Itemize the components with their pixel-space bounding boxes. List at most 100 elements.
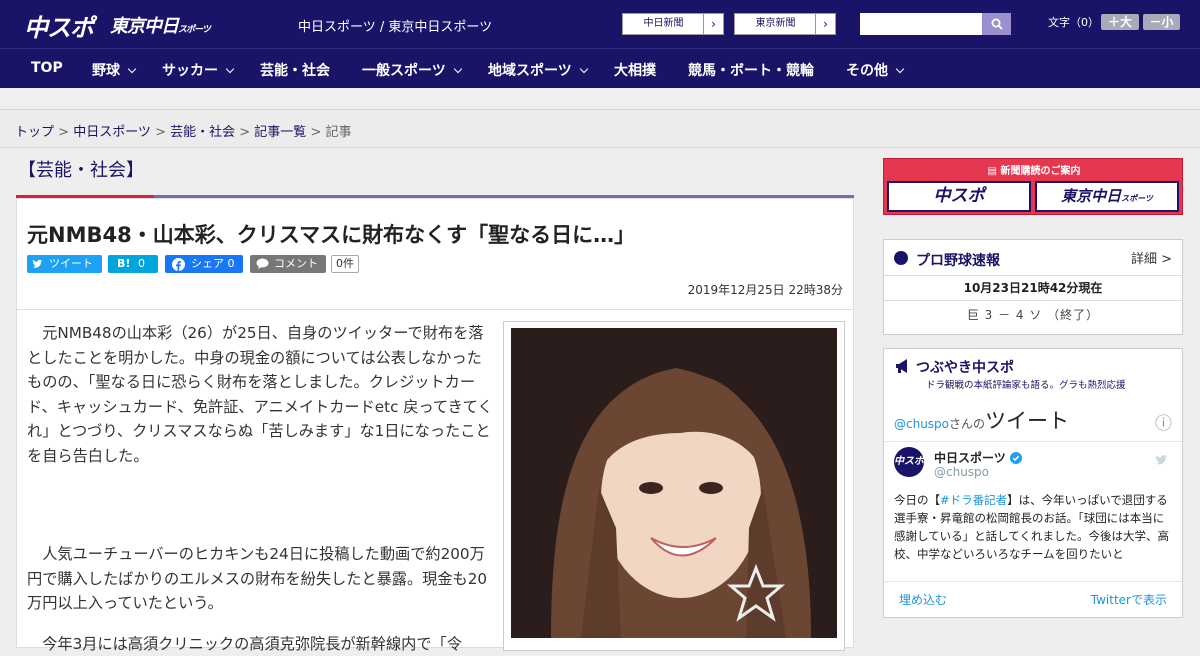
twitter-widget-title: つぶやき中スポ [916,357,1014,377]
breadcrumb-top[interactable]: トップ [15,125,54,140]
facebook-share-count: 0 [228,257,235,270]
breadcrumb-entertainment[interactable]: 芸能・社会 [170,125,235,140]
tweet-text-a: 今日の【 [894,493,940,507]
subscription-title-text: 新聞購読のご案内 [1000,166,1080,177]
subscribe-chuspo-link[interactable]: 中スポ [887,181,1031,212]
tweet-label: ツイート [49,255,93,273]
hatena-count: 0 [138,255,145,273]
tweet-author-handle[interactable]: @chuspo [934,465,989,479]
verified-badge-icon [1010,452,1022,464]
info-icon[interactable]: ⓘ [1155,409,1172,434]
breadcrumb-sep: > [151,125,170,140]
font-larger-button[interactable]: ＋大 [1101,14,1139,30]
twitter-bird-icon [32,258,44,270]
tweet-author-name-text: 中日スポーツ [934,451,1006,465]
publish-date: 2019年12月25日 22時38分 [688,281,843,298]
tweet-text: 今日の【#ドラ番記者】は、今年いっぱいで退団する選手寮・昇竜館の松岡館長のお話。… [894,491,1174,571]
timeline-san: さんの [949,417,985,431]
comment-label: コメント [274,255,318,273]
comment-button[interactable]: コメント [250,255,326,273]
subscribe-tokyo-small: スポーツ [1121,194,1153,203]
nav-local-sports[interactable]: 地域スポーツ [488,60,587,80]
baseball-update-time: 10月23日21時42分現在 [884,275,1182,301]
subscribe-tokyo-link[interactable]: 東京中日スポーツ [1035,181,1179,212]
chevron-down-icon [226,65,234,73]
baseball-detail-link[interactable]: 詳細 > [1131,248,1172,267]
hatena-bookmark-button[interactable]: B! 0 [108,255,158,273]
nav-baseball[interactable]: 野球 [92,60,135,80]
main-nav: TOP 野球 サッカー 芸能・社会 一般スポーツ 地域スポーツ 大相撲 競馬・ボ… [0,48,1200,88]
article-card: 元NMB48・山本彩、クリスマスに財布なくす「聖なる日に…」 ツイート B! 0… [16,198,854,648]
nav-other-label: その他 [846,63,888,79]
facebook-share-button[interactable]: シェア 0 [165,255,243,273]
chevron-down-icon [128,65,136,73]
subscription-banner: ▤ 新聞購読のご案内 中スポ 東京中日スポーツ [883,158,1183,215]
nav-entertainment-label: 芸能・社会 [260,63,330,79]
timeline-heading: @chuspoさんのツイート [894,405,1069,435]
nav-other[interactable]: その他 [846,60,903,80]
title-divider [17,309,853,310]
breadcrumb-chunichi-sports[interactable]: 中日スポーツ [73,125,151,140]
article-body: 元NMB48の山本彩（26）が25日、自身のツイッターで財布を落としたことを明か… [27,321,493,656]
hatena-icon: B! [117,255,130,273]
nav-racing-label: 競馬・ボート・競輪 [688,63,814,79]
nav-top[interactable]: TOP [31,60,63,76]
timeline-footer-divider [884,581,1182,582]
tokyo-chunichi-logo[interactable]: 東京中日スポーツ [110,12,210,38]
chunichi-shimbun-button[interactable]: 中日新聞 › [622,13,724,35]
article-title: 元NMB48・山本彩、クリスマスに財布なくす「聖なる日に…」 [27,219,635,249]
twitter-timeline: @chuspoさんのツイート ⓘ 中スポ 中日スポーツ @chuspo 今日の【… [884,395,1182,619]
nav-soccer[interactable]: サッカー [162,60,233,80]
tweet-hashtag[interactable]: #ドラ番記者 [940,493,1007,507]
chunichi-shimbun-label: 中日新聞 [623,14,704,34]
tweet-button[interactable]: ツイート [27,255,102,273]
font-smaller-button[interactable]: －小 [1143,14,1180,30]
baseball-widget-title: プロ野球速報 [916,250,1000,270]
main-content: 【芸能・社会】 元NMB48・山本彩、クリスマスに財布なくす「聖なる日に…」 ツ… [16,158,854,196]
breadcrumb: トップ > 中日スポーツ > 芸能・社会 > 記事一覧 > 記事 [0,110,1200,148]
nav-sumo[interactable]: 大相撲 [614,60,656,80]
portrait-image [511,328,837,638]
speech-bubble-icon [256,258,269,270]
breadcrumb-sep: > [54,125,73,140]
baseball-icon [894,251,908,265]
subscription-title: ▤ 新聞購読のご案内 [884,162,1184,177]
timeline-user-link[interactable]: @chuspo [894,417,949,431]
site-name-link[interactable]: 中日スポーツ / 東京中日スポーツ [298,16,492,35]
site-header: 中スポ 東京中日スポーツ 中日スポーツ / 東京中日スポーツ 中日新聞 › 東京… [0,0,1200,48]
chevron-right-icon: › [703,14,723,34]
timeline-heading-text: ツイート [985,409,1069,433]
article-paragraph-3: 今年3月には高須クリニックの高須克弥院長が新幹線内で「令 [27,632,493,656]
nav-entertainment[interactable]: 芸能・社会 [260,60,330,80]
chevron-down-icon [896,65,904,73]
baseball-widget: プロ野球速報 詳細 > 10月23日21時42分現在 巨 3 － 4 ソ （終了… [883,239,1183,335]
article-photo[interactable] [503,321,845,651]
tweet-avatar[interactable]: 中スポ [894,447,924,477]
megaphone-icon [894,357,912,375]
breadcrumb-article-list[interactable]: 記事一覧 [254,125,306,140]
timeline-divider [884,441,1182,442]
nav-top-label: TOP [31,60,63,76]
nav-local-sports-label: 地域スポーツ [488,63,572,79]
view-on-twitter-link[interactable]: Twitterで表示 [1091,591,1167,608]
baseball-score-link[interactable]: 巨 3 － 4 ソ （終了） [884,306,1182,323]
search-button[interactable] [982,13,1011,35]
newspaper-icon: ▤ [988,166,1001,177]
embed-link[interactable]: 埋め込む [899,591,947,608]
breadcrumb-sep: > [235,125,254,140]
tweet-author-name[interactable]: 中日スポーツ [934,449,1022,466]
search-input[interactable] [860,13,982,35]
nav-racing[interactable]: 競馬・ボート・競輪 [688,60,814,80]
chuspo-logo[interactable]: 中スポ [24,8,93,43]
chevron-down-icon [579,65,587,73]
article-paragraph-1: 元NMB48の山本彩（26）が25日、自身のツイッターで財布を落としたことを明か… [27,321,493,468]
chevron-right-icon: › [815,14,835,34]
nav-general-sports-label: 一般スポーツ [362,63,446,79]
article-paragraph-2: 人気ユーチューバーのヒカキンも24日に投稿した動画で約200万円で購入したばかり… [27,542,493,616]
search-icon [991,18,1003,30]
category-title: 【芸能・社会】 [16,158,854,196]
nav-soccer-label: サッカー [162,63,218,79]
nav-general-sports[interactable]: 一般スポーツ [362,60,461,80]
tokyo-shimbun-button[interactable]: 東京新聞 › [734,13,836,35]
photo-image [511,328,837,638]
